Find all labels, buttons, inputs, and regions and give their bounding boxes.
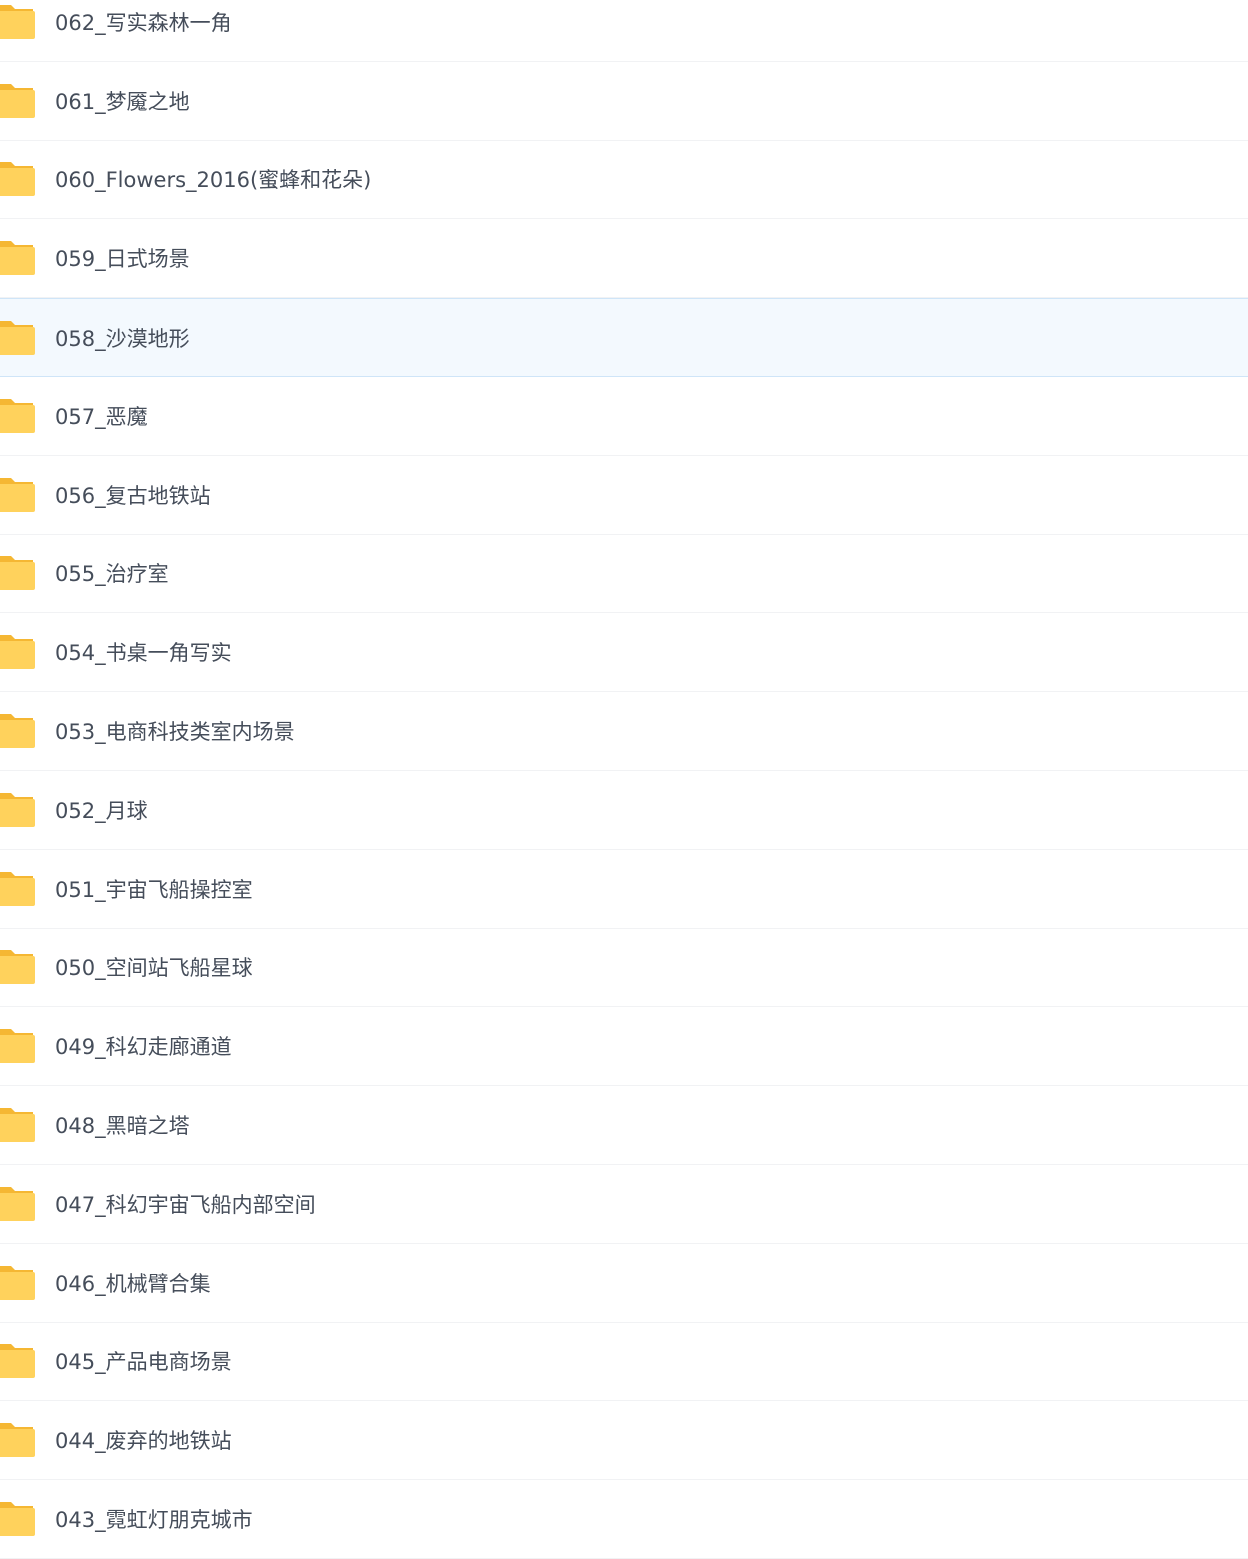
file-name: 061_梦魇之地 [55,89,190,114]
file-name: 050_空间站飞船星球 [55,956,253,981]
file-name: 044_废弃的地铁站 [55,1429,232,1454]
folder-icon [0,162,35,197]
folder-icon [0,950,35,985]
file-name: 045_产品电商场景 [55,1350,232,1375]
file-name: 060_Flowers_2016(蜜蜂和花朵) [55,168,372,193]
file-name: 051_宇宙飞船操控室 [55,877,253,902]
file-name: 046_机械臂合集 [55,1271,211,1296]
file-list-item[interactable]: 060_Flowers_2016(蜜蜂和花朵) [0,140,1248,220]
folder-icon [0,1108,35,1143]
file-list-item[interactable]: 056_复古地铁站 [0,455,1248,535]
folder-icon [0,1186,35,1221]
file-list-item[interactable]: 061_梦魇之地 [0,61,1248,141]
file-name: 055_治疗室 [55,562,169,587]
file-list-item[interactable]: 058_沙漠地形 [0,298,1248,377]
file-list-item[interactable]: 054_书桌一角写实 [0,613,1248,693]
folder-icon [0,320,35,355]
folder-icon [0,792,35,827]
file-name: 057_恶魔 [55,404,148,429]
file-name: 047_科幻宇宙飞船内部空间 [55,1192,316,1217]
folder-icon [0,714,35,749]
file-name: 054_书桌一角写实 [55,641,232,666]
file-list-item[interactable]: 049_科幻走廊通道 [0,1007,1248,1087]
folder-icon [0,241,35,276]
folder-icon [0,83,35,118]
folder-icon [0,556,35,591]
folder-icon [0,1344,35,1379]
file-list-item[interactable]: 053_电商科技类室内场景 [0,692,1248,771]
file-name: 048_黑暗之塔 [55,1114,190,1139]
file-list-item[interactable]: 052_月球 [0,770,1248,850]
file-name: 049_科幻走廊通道 [55,1035,232,1060]
file-list-item[interactable]: 051_宇宙飞船操控室 [0,849,1248,929]
file-list-item[interactable]: 050_空间站飞船星球 [0,928,1248,1008]
file-list-item[interactable]: 057_恶魔 [0,376,1248,456]
file-list-item[interactable]: 055_治疗室 [0,534,1248,614]
file-list-item[interactable]: 059_日式场景 [0,219,1248,299]
file-list-item[interactable]: 045_产品电商场景 [0,1322,1248,1402]
file-list-item[interactable]: 046_机械臂合集 [0,1243,1248,1323]
file-name: 062_写实森林一角 [55,10,232,35]
file-list-item[interactable]: 044_废弃的地铁站 [0,1401,1248,1481]
file-list-item[interactable]: 043_霓虹灯朋克城市 [0,1480,1248,1559]
folder-icon [0,477,35,512]
file-list-item[interactable]: 062_写实森林一角 [0,0,1248,62]
file-name: 043_霓虹灯朋克城市 [55,1508,253,1533]
file-name: 053_电商科技类室内场景 [55,720,295,745]
file-name: 059_日式场景 [55,247,190,272]
file-name: 058_沙漠地形 [55,326,190,351]
folder-icon [0,635,35,670]
folder-icon [0,871,35,906]
folder-icon [0,1029,35,1064]
file-list-item[interactable]: 048_黑暗之塔 [0,1086,1248,1165]
file-name: 052_月球 [55,798,148,823]
file-list: 062_写实森林一角 061_梦魇之地 060_Flowers_2016(蜜蜂和… [0,0,1248,1559]
folder-icon [0,1502,35,1537]
folder-icon [0,398,35,433]
folder-icon [0,4,35,39]
folder-icon [0,1265,35,1300]
folder-icon [0,1423,35,1458]
file-name: 056_复古地铁站 [55,483,211,508]
file-list-item[interactable]: 047_科幻宇宙飞船内部空间 [0,1164,1248,1244]
